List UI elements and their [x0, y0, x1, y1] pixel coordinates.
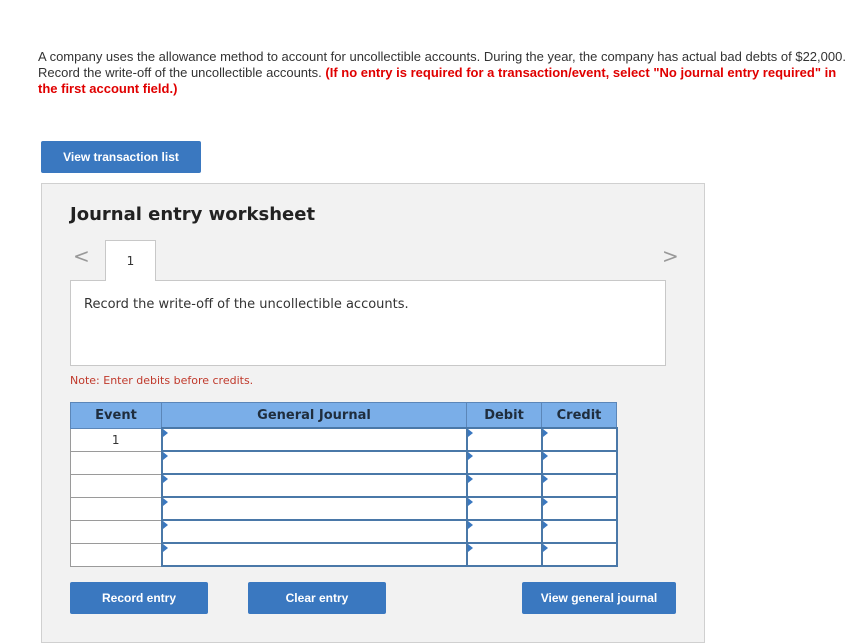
next-arrow-icon[interactable]: > [662, 244, 679, 268]
table-row [70, 542, 618, 567]
account-field[interactable] [160, 519, 468, 544]
question-text: A company uses the allowance method to a… [38, 49, 853, 97]
credit-field[interactable] [540, 519, 618, 544]
column-header-debit: Debit [466, 402, 542, 429]
table-row [70, 473, 618, 498]
debit-field[interactable] [465, 427, 543, 452]
journal-entry-worksheet-panel: Journal entry worksheet < > 1 Record the… [41, 183, 705, 643]
question-prompt: Record the write-off of the uncollectibl… [38, 65, 322, 80]
event-cell [70, 542, 162, 567]
event-cell [70, 450, 162, 475]
account-field[interactable] [160, 496, 468, 521]
column-header-credit: Credit [541, 402, 617, 429]
account-field[interactable] [160, 542, 468, 567]
view-general-journal-button[interactable]: View general journal [522, 582, 676, 614]
view-transaction-list-button[interactable]: View transaction list [41, 141, 201, 173]
event-cell [70, 496, 162, 521]
credit-field[interactable] [540, 473, 618, 498]
entry-description: Record the write-off of the uncollectibl… [70, 280, 666, 366]
record-entry-button[interactable]: Record entry [70, 582, 208, 614]
event-cell [70, 473, 162, 498]
question-line-1: A company uses the allowance method to a… [38, 49, 846, 64]
table-row [70, 519, 618, 544]
credit-field[interactable] [540, 450, 618, 475]
tab-1[interactable]: 1 [105, 240, 156, 281]
worksheet-title: Journal entry worksheet [70, 204, 316, 225]
credit-field[interactable] [540, 427, 618, 452]
account-field[interactable] [160, 450, 468, 475]
credit-field[interactable] [540, 542, 618, 567]
column-header-general-journal: General Journal [161, 402, 467, 429]
debit-field[interactable] [465, 542, 543, 567]
journal-table: Event General Journal Debit Credit 1 [70, 402, 618, 567]
debit-field[interactable] [465, 519, 543, 544]
clear-entry-button[interactable]: Clear entry [248, 582, 386, 614]
table-row [70, 450, 618, 475]
credit-field[interactable] [540, 496, 618, 521]
event-cell [70, 519, 162, 544]
table-row: 1 [70, 427, 618, 452]
table-row [70, 496, 618, 521]
debit-field[interactable] [465, 473, 543, 498]
debit-field[interactable] [465, 450, 543, 475]
entry-note: Note: Enter debits before credits. [70, 374, 254, 387]
prev-arrow-icon[interactable]: < [73, 244, 90, 268]
account-field[interactable] [160, 473, 468, 498]
debit-field[interactable] [465, 496, 543, 521]
column-header-event: Event [70, 402, 162, 429]
account-field[interactable] [160, 427, 468, 452]
question-line-2: Record the write-off of the uncollectibl… [38, 65, 853, 97]
event-cell: 1 [70, 427, 162, 452]
